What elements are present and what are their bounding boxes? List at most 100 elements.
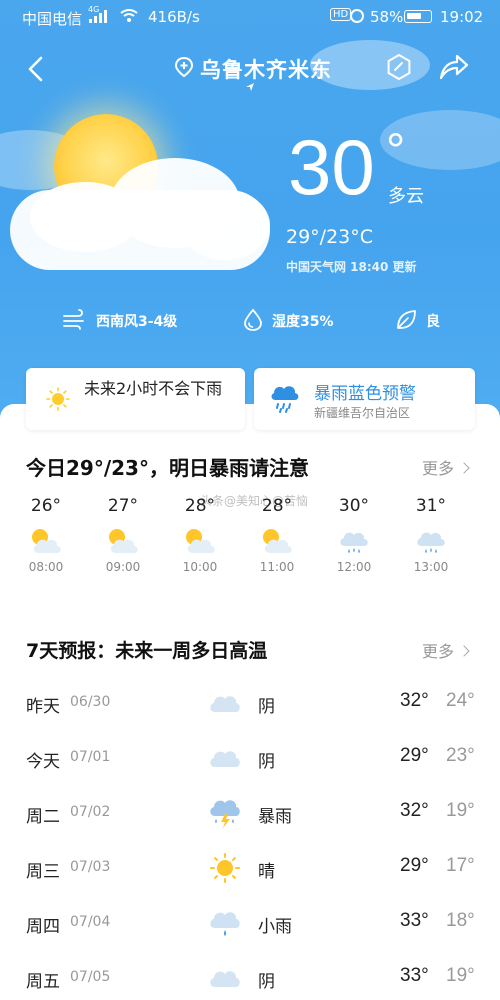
- day-row[interactable]: 周四 07/04 小雨 33° 18°: [0, 904, 500, 944]
- week-more-link[interactable]: 更多: [422, 638, 470, 662]
- day-date: 07/03: [70, 859, 111, 875]
- weather-stats: 西南风3-4级 湿度35% 良: [0, 306, 500, 336]
- rain-forecast-text: 未来2小时不会下雨: [84, 379, 223, 398]
- cloud-icon: [210, 696, 240, 712]
- hour-time: 08:00: [28, 560, 64, 574]
- hour-item[interactable]: 28° 11:00: [247, 496, 307, 574]
- week-more-label: 更多: [422, 642, 455, 661]
- day-low: 17°: [446, 855, 475, 876]
- current-condition: 多云: [388, 186, 424, 207]
- cloud-illustration: [30, 182, 140, 252]
- alarm-icon: [350, 9, 364, 23]
- day-date: 06/30: [70, 694, 111, 710]
- hour-temp: 31°: [415, 496, 447, 516]
- day-high: 32°: [400, 800, 429, 821]
- warning-region: 新疆维吾尔自治区: [314, 406, 411, 420]
- day-name: 周三: [26, 862, 60, 882]
- battery-icon: [404, 10, 432, 23]
- degree-symbol: °: [386, 125, 406, 178]
- cloud-icon: [210, 971, 240, 987]
- clock: 19:02: [440, 8, 484, 26]
- day-condition: 小雨: [258, 917, 292, 937]
- hour-item[interactable]: 31° 13:00: [401, 496, 461, 574]
- hour-item[interactable]: 27° 09:00: [93, 496, 153, 574]
- sun-icon: [46, 387, 70, 411]
- rain-icon: [340, 532, 368, 553]
- hour-item[interactable]: 28° 10:00: [170, 496, 230, 574]
- day-condition: 晴: [258, 862, 275, 882]
- today-more-link[interactable]: 更多: [422, 455, 470, 479]
- light-rain-icon: [210, 912, 240, 936]
- day-date: 07/01: [70, 749, 111, 765]
- warning-title: 暴雨蓝色预警: [314, 384, 416, 404]
- location-arrow-icon: [246, 83, 254, 91]
- signal-icon: [89, 10, 107, 23]
- today-more-label: 更多: [422, 459, 455, 478]
- warning-card[interactable]: 暴雨蓝色预警 新疆维吾尔自治区: [254, 368, 475, 430]
- cloud-icon: [210, 751, 240, 767]
- day-row[interactable]: 周二 07/02 暴雨 32° 19°: [0, 794, 500, 834]
- day-low: 23°: [446, 745, 475, 766]
- day-name: 今天: [26, 752, 60, 772]
- day-name: 周五: [26, 972, 60, 992]
- day-high: 29°: [400, 855, 429, 876]
- rainstorm-warning-icon: [271, 386, 299, 413]
- hd-badge: HD: [330, 8, 352, 21]
- hour-item[interactable]: 30° 12:00: [324, 496, 384, 574]
- chevron-right-icon: [458, 645, 470, 657]
- day-row[interactable]: 周五 07/05 阴 33° 19°: [0, 959, 500, 999]
- day-high: 33°: [400, 965, 429, 986]
- hour-time: 09:00: [105, 560, 141, 574]
- partly-cloudy-icon: [263, 529, 292, 553]
- location-pin-icon: [174, 56, 194, 78]
- partly-cloudy-icon: [186, 529, 215, 553]
- wifi-icon: [120, 9, 138, 22]
- storm-icon: [210, 800, 240, 828]
- back-icon[interactable]: [22, 54, 52, 84]
- today-title: 今日29°/23°，明日暴雨请注意: [26, 456, 309, 480]
- hour-time: 11:00: [259, 560, 295, 574]
- day-low: 18°: [446, 910, 475, 931]
- sun-icon: [210, 853, 240, 883]
- top-nav: 乌鲁木齐米东: [0, 50, 500, 91]
- partly-cloudy-icon: [109, 529, 138, 553]
- rain-forecast-card[interactable]: 未来2小时不会下雨: [26, 368, 245, 430]
- hour-item[interactable]: 26° 08:00: [16, 496, 76, 574]
- day-condition: 阴: [258, 697, 275, 717]
- day-high: 29°: [400, 745, 429, 766]
- day-condition: 阴: [258, 972, 275, 992]
- day-name: 昨天: [26, 697, 60, 717]
- wind-icon: [63, 309, 84, 330]
- data-source: 中国天气网 18:40 更新: [286, 260, 417, 274]
- settings-icon[interactable]: [386, 54, 412, 80]
- city-name[interactable]: 乌鲁木齐米东: [200, 54, 332, 84]
- day-high: 33°: [400, 910, 429, 931]
- cloud-illustration: [180, 190, 270, 260]
- day-condition: 阴: [258, 752, 275, 772]
- day-date: 07/02: [70, 804, 111, 820]
- humidity-icon: [244, 308, 262, 331]
- day-row[interactable]: 昨天 06/30 阴 32° 24°: [0, 684, 500, 724]
- day-row[interactable]: 周三 07/03 晴 29° 17°: [0, 849, 500, 889]
- week-title: 7天预报：未来一周多日高温: [26, 640, 268, 662]
- air-quality-label: 良: [426, 314, 440, 330]
- battery-percent: 58%: [370, 8, 404, 26]
- chevron-right-icon: [458, 462, 470, 474]
- day-row[interactable]: 今天 07/01 阴 29° 23°: [0, 739, 500, 779]
- partly-cloudy-icon: [32, 529, 61, 553]
- day-low: 19°: [446, 965, 475, 986]
- hourly-forecast: 26° 08:00 27° 09:00 28° 10:00 28° 11:00 …: [0, 496, 500, 596]
- hour-temp: 28°: [184, 496, 216, 516]
- day-high: 32°: [400, 690, 429, 711]
- rain-icon: [417, 532, 445, 553]
- wind-label: 西南风3-4级: [96, 314, 178, 330]
- hour-temp: 26°: [30, 496, 62, 516]
- day-name: 周二: [26, 807, 60, 827]
- hour-temp: 28°: [261, 496, 293, 516]
- current-temp: 30: [288, 123, 375, 211]
- carrier: 中国电信: [22, 10, 83, 28]
- status-bar: 中国电信 4G 416B/s HD 58% 19:02: [0, 0, 500, 34]
- leaf-icon: [397, 310, 416, 329]
- humidity-label: 湿度35%: [272, 314, 334, 330]
- share-icon[interactable]: [438, 52, 470, 82]
